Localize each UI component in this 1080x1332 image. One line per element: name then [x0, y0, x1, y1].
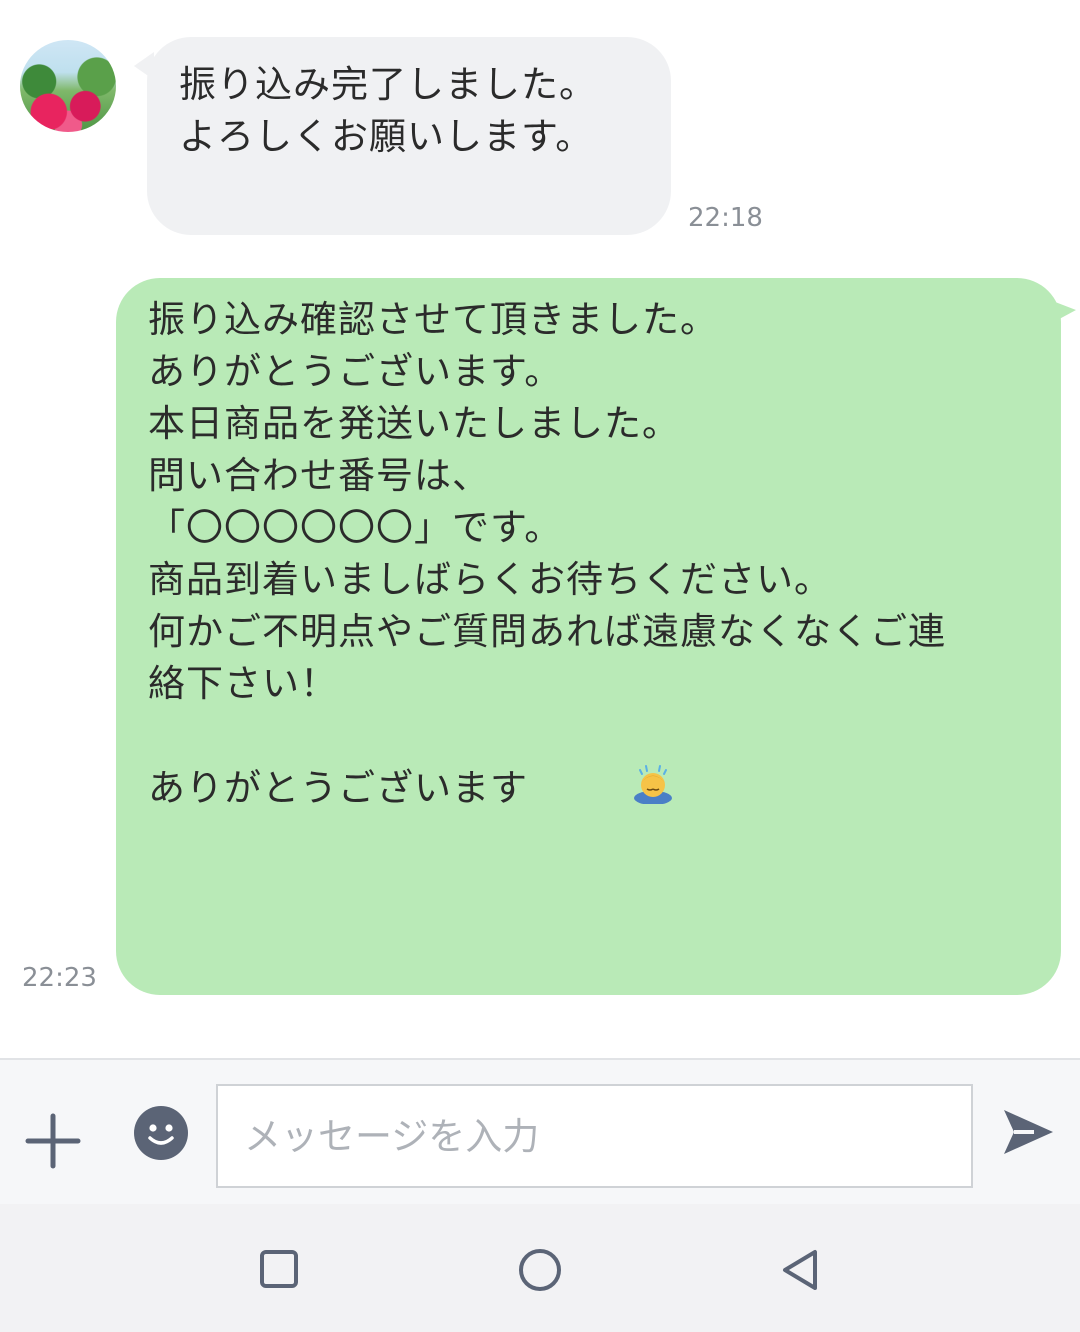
send-icon[interactable] — [1000, 1106, 1056, 1158]
last-message-line: ありがとうございます — [148, 710, 1029, 870]
message-line: ありがとうございます。 — [148, 350, 563, 393]
message-line: 本日商品を発送いたしました。 — [148, 402, 680, 445]
outgoing-timestamp: 22:23 — [22, 963, 97, 993]
smiley-icon[interactable] — [133, 1105, 189, 1161]
message-line: 振り込み確認させて頂きました。 — [148, 298, 718, 341]
recent-apps-icon[interactable] — [259, 1249, 299, 1293]
chat-area: 振り込み完了しました。 よろしくお願いします。 22:18 振り込み確認させて頂… — [0, 0, 1080, 1058]
message-line: 問い合わせ番号は、 — [148, 454, 490, 497]
incoming-timestamp: 22:18 — [688, 203, 763, 233]
message-line: よろしくお願いします。 — [179, 115, 594, 158]
sender-avatar[interactable] — [20, 40, 116, 132]
message-line: 「〇〇〇〇〇〇」です。 — [148, 506, 563, 549]
message-line: 商品到着いましばらくお待ちください。 — [148, 558, 832, 601]
message-line: 絡下さい！ — [148, 662, 338, 705]
plus-icon[interactable] — [22, 1110, 84, 1172]
system-navigation-bar — [0, 1204, 1080, 1332]
bowing-person-emoji-icon — [530, 710, 674, 870]
message-composer — [0, 1058, 1080, 1206]
back-icon[interactable] — [779, 1248, 821, 1296]
incoming-message-bubble[interactable]: 振り込み完了しました。 よろしくお願いします。 — [147, 37, 671, 235]
message-line: 振り込み完了しました。 — [179, 63, 597, 106]
message-input-box[interactable] — [216, 1084, 973, 1188]
message-line-text: ありがとうございます — [148, 766, 528, 810]
outgoing-message-bubble[interactable]: 振り込み確認させて頂きました。 ありがとうございます。 本日商品を発送いたしまし… — [116, 278, 1061, 995]
home-icon[interactable] — [518, 1248, 562, 1296]
message-line: 何かご不明点やご質問あれば遠慮なくなくご連 — [148, 610, 946, 653]
message-input[interactable] — [242, 1113, 947, 1159]
